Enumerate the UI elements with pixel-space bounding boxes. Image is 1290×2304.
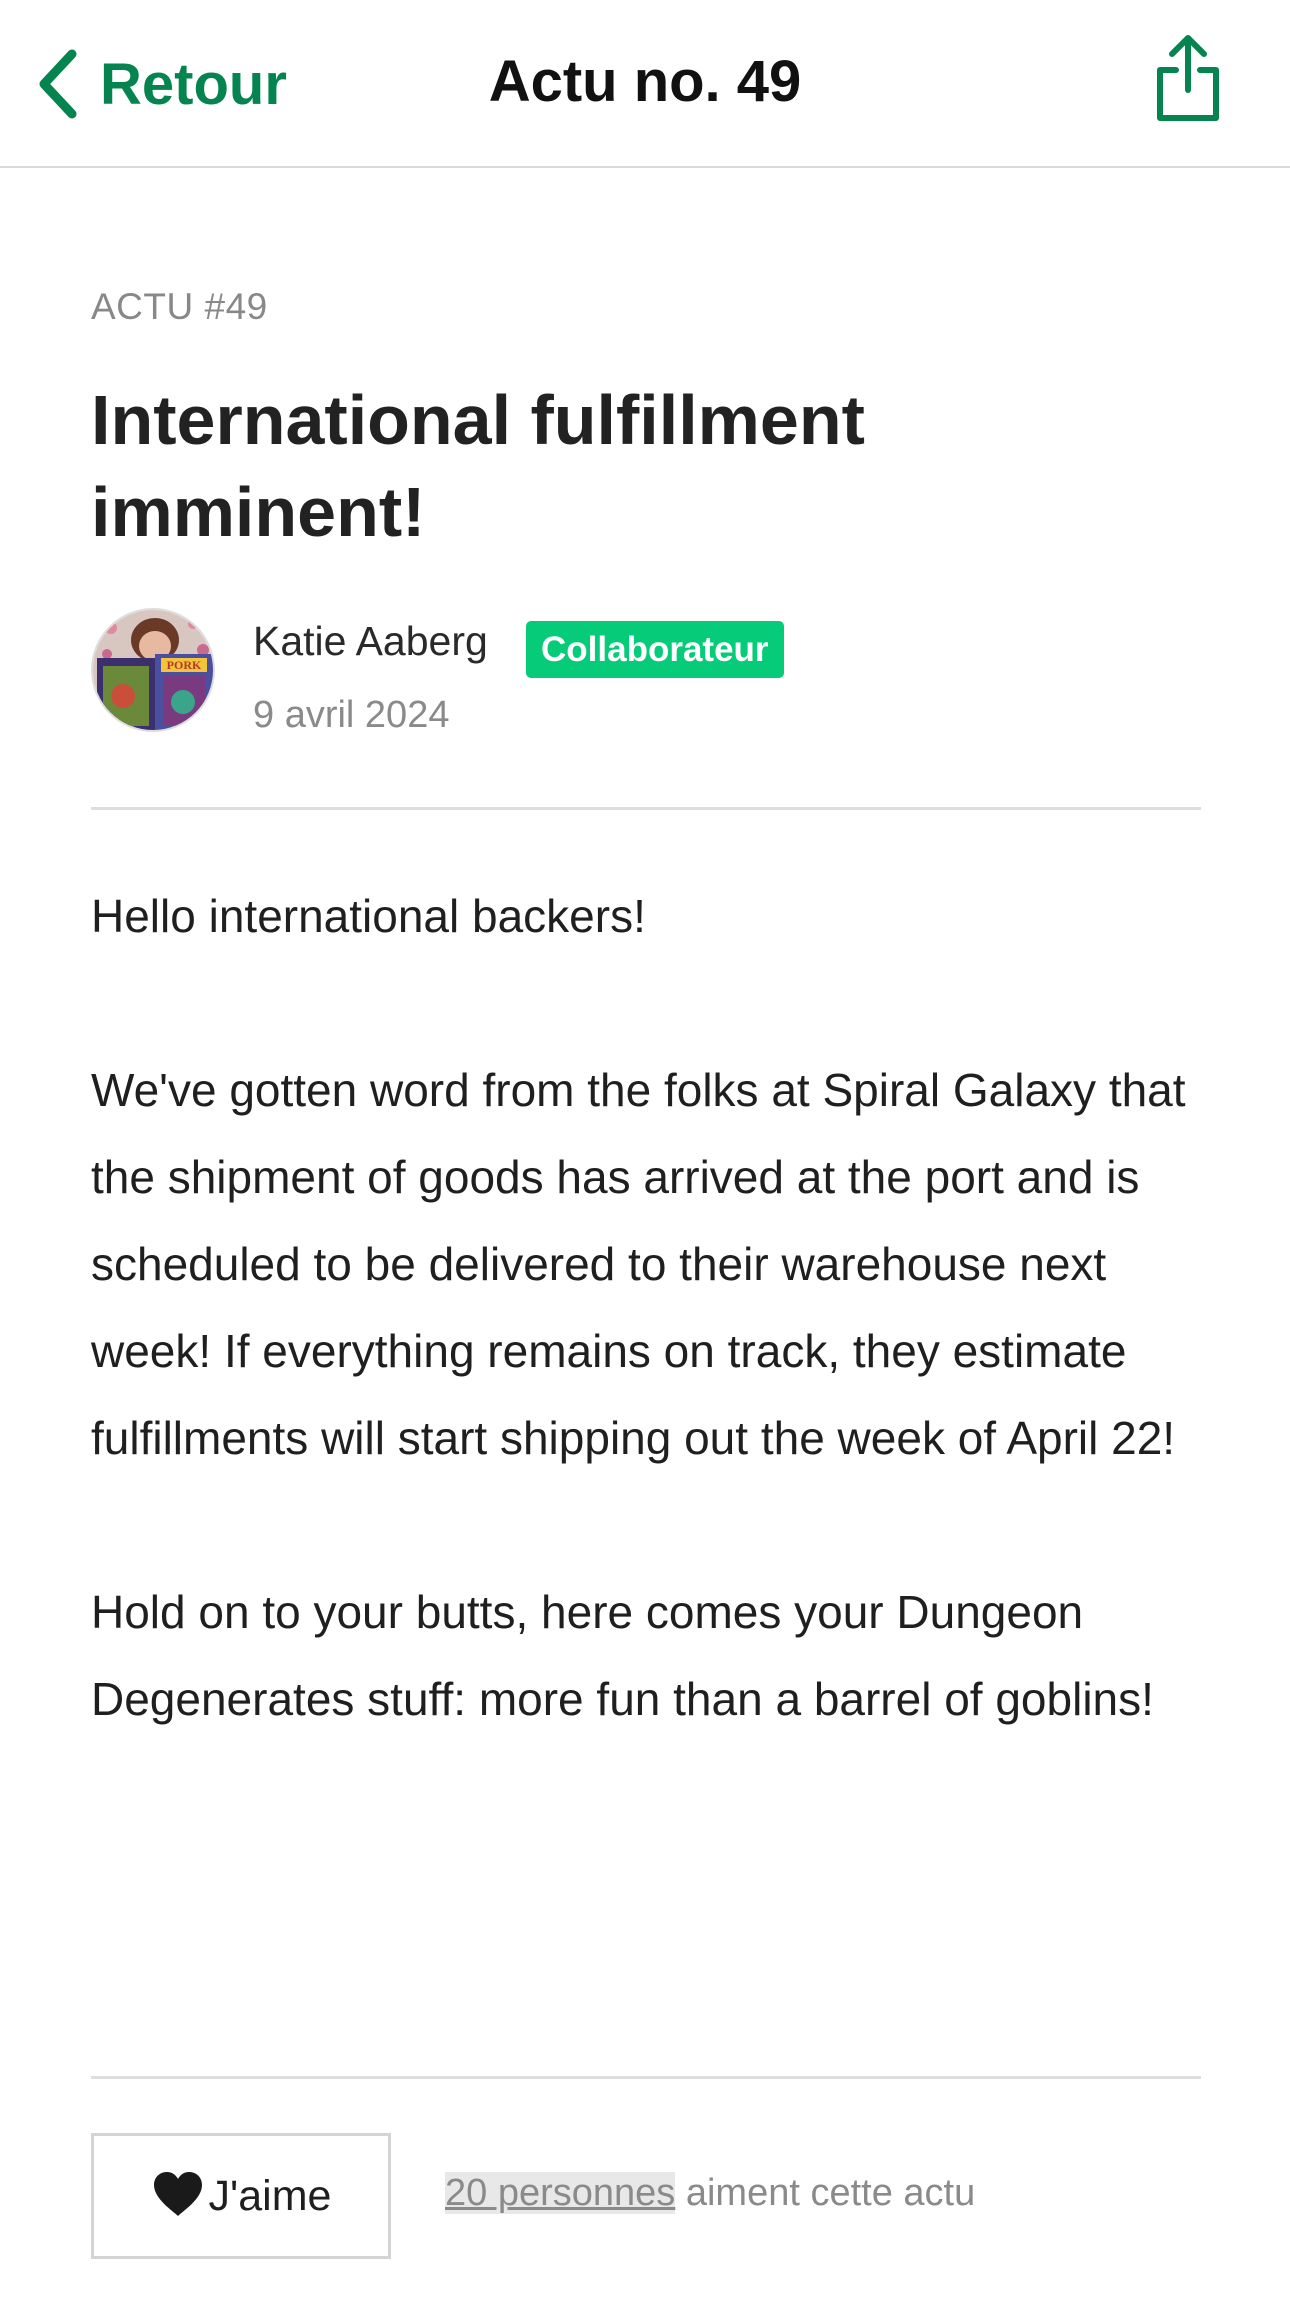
share-button[interactable] <box>1150 32 1226 128</box>
divider <box>91 807 1201 810</box>
post-paragraph: Hello international backers! <box>91 890 646 942</box>
post-paragraph: Hold on to your butts, here comes your D… <box>91 1586 1154 1725</box>
likes-summary: 20 personnes aiment cette actu <box>445 2172 975 2215</box>
share-icon <box>1150 35 1226 132</box>
chevron-left-icon <box>36 48 78 120</box>
back-label: Retour <box>100 51 287 117</box>
likes-count-link[interactable]: 20 personnes <box>445 2172 676 2214</box>
page-title: Actu no. 49 <box>488 49 802 114</box>
author-name[interactable]: Katie Aaberg <box>253 618 488 665</box>
post-body: Hello international backers! We've gotte… <box>91 873 1201 1830</box>
post-date: 9 avril 2024 <box>253 694 450 736</box>
avatar[interactable]: PORK <box>91 608 215 732</box>
post-title: International fulfillment imminent! <box>91 381 865 551</box>
like-label: J'aime <box>208 2171 332 2220</box>
nav-bar: Retour Actu no. 49 <box>0 0 1290 168</box>
status-badge: Collaborateur <box>526 621 784 678</box>
like-button[interactable]: J'aime <box>91 2133 391 2259</box>
post-kicker: ACTU #49 <box>91 286 268 327</box>
likes-suffix: aiment cette actu <box>675 2172 976 2214</box>
back-button[interactable]: Retour <box>36 40 287 128</box>
heart-icon <box>151 2169 205 2224</box>
svg-text:PORK: PORK <box>167 658 202 672</box>
divider <box>91 2076 1201 2079</box>
post-paragraph: We've gotten word from the folks at Spir… <box>91 1064 1186 1464</box>
